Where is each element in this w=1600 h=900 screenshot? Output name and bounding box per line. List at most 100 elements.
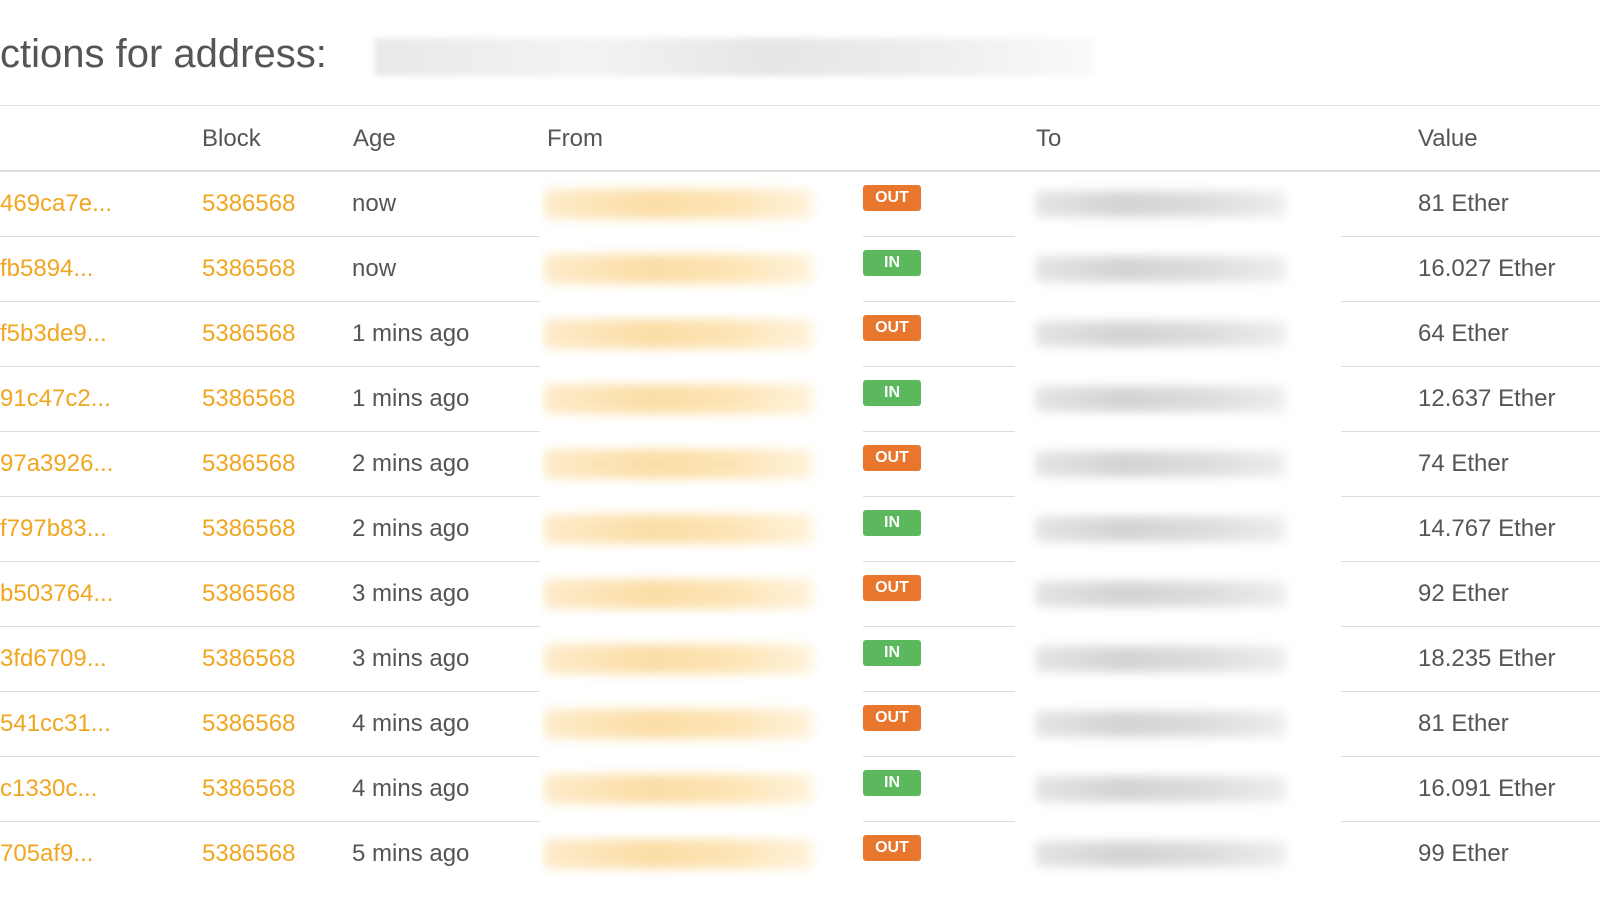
to-address-redacted[interactable]	[1035, 451, 1286, 477]
age-cell: 2 mins ago	[352, 431, 540, 497]
value-text: 14.767 Ether	[1418, 515, 1556, 542]
to-address-redacted[interactable]	[1035, 581, 1286, 607]
column-header-from[interactable]: From	[540, 107, 863, 172]
txhash-link[interactable]: fb5894...	[0, 255, 93, 282]
from-address-redacted[interactable]	[544, 579, 813, 609]
in-badge: IN	[863, 640, 921, 666]
block-link[interactable]: 5386568	[202, 450, 295, 477]
direction-cell: IN	[863, 626, 1015, 692]
to-cell	[1015, 626, 1341, 692]
block-link[interactable]: 5386568	[202, 320, 295, 347]
block-cell: 5386568	[202, 691, 352, 757]
from-cell	[540, 626, 863, 692]
age-cell: 3 mins ago	[352, 626, 540, 692]
page-header: ctions for address:	[0, 30, 1600, 78]
to-address-redacted[interactable]	[1035, 386, 1286, 412]
txhash-link[interactable]: 97a3926...	[0, 450, 113, 477]
direction-cell: OUT	[863, 691, 1015, 757]
to-address-redacted[interactable]	[1035, 646, 1286, 672]
value-text: 12.637 Ether	[1418, 385, 1556, 412]
value-cell: 16.027 Ether	[1341, 236, 1600, 302]
table-row: fb5894... 5386568 now IN 16.027 Ether	[0, 236, 1600, 302]
age-cell: 5 mins ago	[352, 821, 540, 886]
txhash-link[interactable]: c1330c...	[0, 775, 97, 802]
txhash-cell: f5b3de9...	[0, 301, 202, 367]
from-cell	[540, 756, 863, 822]
to-cell	[1015, 366, 1341, 432]
in-badge: IN	[863, 250, 921, 276]
from-address-redacted[interactable]	[544, 189, 813, 219]
block-link[interactable]: 5386568	[202, 775, 295, 802]
value-text: 81 Ether	[1418, 710, 1509, 737]
block-cell: 5386568	[202, 366, 352, 432]
age-cell: 3 mins ago	[352, 561, 540, 627]
column-header-value[interactable]: Value	[1341, 107, 1600, 172]
direction-cell: IN	[863, 496, 1015, 562]
table-row: 469ca7e... 5386568 now OUT 81 Ether	[0, 171, 1600, 237]
to-cell	[1015, 236, 1341, 302]
block-link[interactable]: 5386568	[202, 255, 295, 282]
block-cell: 5386568	[202, 626, 352, 692]
to-address-redacted[interactable]	[1035, 776, 1286, 802]
to-address-redacted[interactable]	[1035, 256, 1286, 282]
age-text: 5 mins ago	[352, 840, 470, 867]
block-link[interactable]: 5386568	[202, 645, 295, 672]
block-link[interactable]: 5386568	[202, 580, 295, 607]
age-cell: now	[352, 171, 540, 237]
out-badge: OUT	[863, 575, 921, 601]
txhash-cell: f797b83...	[0, 496, 202, 562]
column-header-direction	[863, 107, 1015, 172]
block-link[interactable]: 5386568	[202, 385, 295, 412]
txhash-link[interactable]: 541cc31...	[0, 710, 111, 737]
to-cell	[1015, 171, 1341, 237]
from-address-redacted[interactable]	[544, 449, 813, 479]
column-header-to[interactable]: To	[1015, 107, 1341, 172]
from-address-redacted[interactable]	[544, 514, 813, 544]
from-address-redacted[interactable]	[544, 774, 813, 804]
to-address-redacted[interactable]	[1035, 321, 1286, 347]
txhash-link[interactable]: 705af9...	[0, 840, 93, 867]
txhash-cell: 97a3926...	[0, 431, 202, 497]
in-badge: IN	[863, 770, 921, 796]
column-header-age[interactable]: Age	[352, 107, 540, 172]
from-address-redacted[interactable]	[544, 839, 813, 869]
txhash-link[interactable]: 91c47c2...	[0, 385, 111, 412]
out-badge: OUT	[863, 835, 921, 861]
block-link[interactable]: 5386568	[202, 840, 295, 867]
from-address-redacted[interactable]	[544, 709, 813, 739]
txhash-link[interactable]: f797b83...	[0, 515, 107, 542]
txhash-link[interactable]: 3fd6709...	[0, 645, 107, 672]
block-link[interactable]: 5386568	[202, 710, 295, 737]
value-text: 92 Ether	[1418, 580, 1509, 607]
to-address-redacted[interactable]	[1035, 516, 1286, 542]
table-row: f797b83... 5386568 2 mins ago IN 14.767 …	[0, 496, 1600, 562]
from-address-redacted[interactable]	[544, 644, 813, 674]
column-header-block[interactable]: Block	[202, 107, 352, 172]
age-cell: 1 mins ago	[352, 301, 540, 367]
txhash-link[interactable]: 469ca7e...	[0, 190, 112, 217]
to-address-redacted[interactable]	[1035, 711, 1286, 737]
block-link[interactable]: 5386568	[202, 515, 295, 542]
from-address-redacted[interactable]	[544, 384, 813, 414]
value-cell: 74 Ether	[1341, 431, 1600, 497]
table-body: 469ca7e... 5386568 now OUT 81 Ether fb58…	[0, 171, 1600, 886]
to-address-redacted[interactable]	[1035, 191, 1286, 217]
from-cell	[540, 236, 863, 302]
block-link[interactable]: 5386568	[202, 190, 295, 217]
txhash-link[interactable]: f5b3de9...	[0, 320, 107, 347]
table-row: 705af9... 5386568 5 mins ago OUT 99 Ethe…	[0, 821, 1600, 886]
page: ctions for address: Block Age From To Va…	[0, 0, 1600, 900]
age-cell: 2 mins ago	[352, 496, 540, 562]
page-title: ctions for address:	[0, 32, 327, 76]
value-cell: 92 Ether	[1341, 561, 1600, 627]
from-cell	[540, 691, 863, 757]
from-address-redacted[interactable]	[544, 319, 813, 349]
table-row: 97a3926... 5386568 2 mins ago OUT 74 Eth…	[0, 431, 1600, 497]
to-address-redacted[interactable]	[1035, 841, 1286, 867]
column-header-txhash	[0, 107, 202, 172]
out-badge: OUT	[863, 445, 921, 471]
txhash-link[interactable]: b503764...	[0, 580, 113, 607]
age-text: 1 mins ago	[352, 385, 470, 412]
block-cell: 5386568	[202, 236, 352, 302]
from-address-redacted[interactable]	[544, 254, 813, 284]
